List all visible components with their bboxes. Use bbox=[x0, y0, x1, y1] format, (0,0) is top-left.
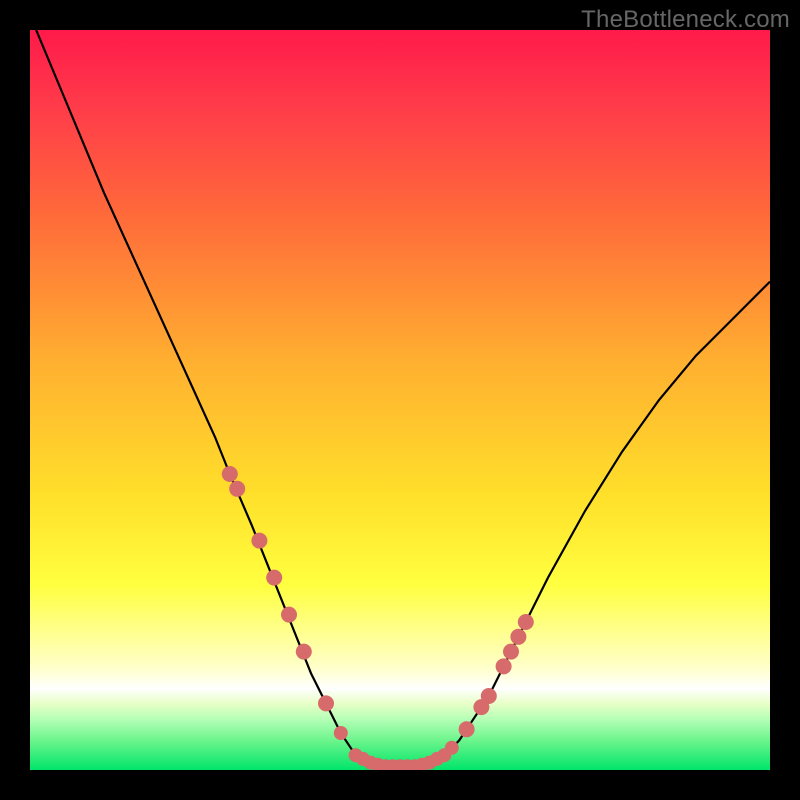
curve-marker bbox=[445, 741, 459, 755]
curve-marker bbox=[496, 658, 512, 674]
curve-marker bbox=[503, 644, 519, 660]
curve-marker bbox=[281, 607, 297, 623]
curve-marker bbox=[296, 644, 312, 660]
curve-markers bbox=[222, 466, 534, 770]
chart-frame: TheBottleneck.com bbox=[0, 0, 800, 800]
curve-marker bbox=[229, 481, 245, 497]
watermark-text: TheBottleneck.com bbox=[581, 6, 790, 34]
curve-marker bbox=[266, 570, 282, 586]
bottleneck-curve bbox=[30, 30, 770, 766]
curve-marker bbox=[481, 688, 497, 704]
chart-svg-layer bbox=[30, 30, 770, 770]
curve-marker bbox=[459, 721, 475, 737]
curve-marker bbox=[510, 629, 526, 645]
curve-path bbox=[30, 30, 770, 766]
curve-marker bbox=[318, 695, 334, 711]
chart-plot-area bbox=[30, 30, 770, 770]
curve-marker bbox=[222, 466, 238, 482]
curve-marker bbox=[518, 614, 534, 630]
curve-marker bbox=[251, 533, 267, 549]
curve-marker bbox=[334, 726, 348, 740]
